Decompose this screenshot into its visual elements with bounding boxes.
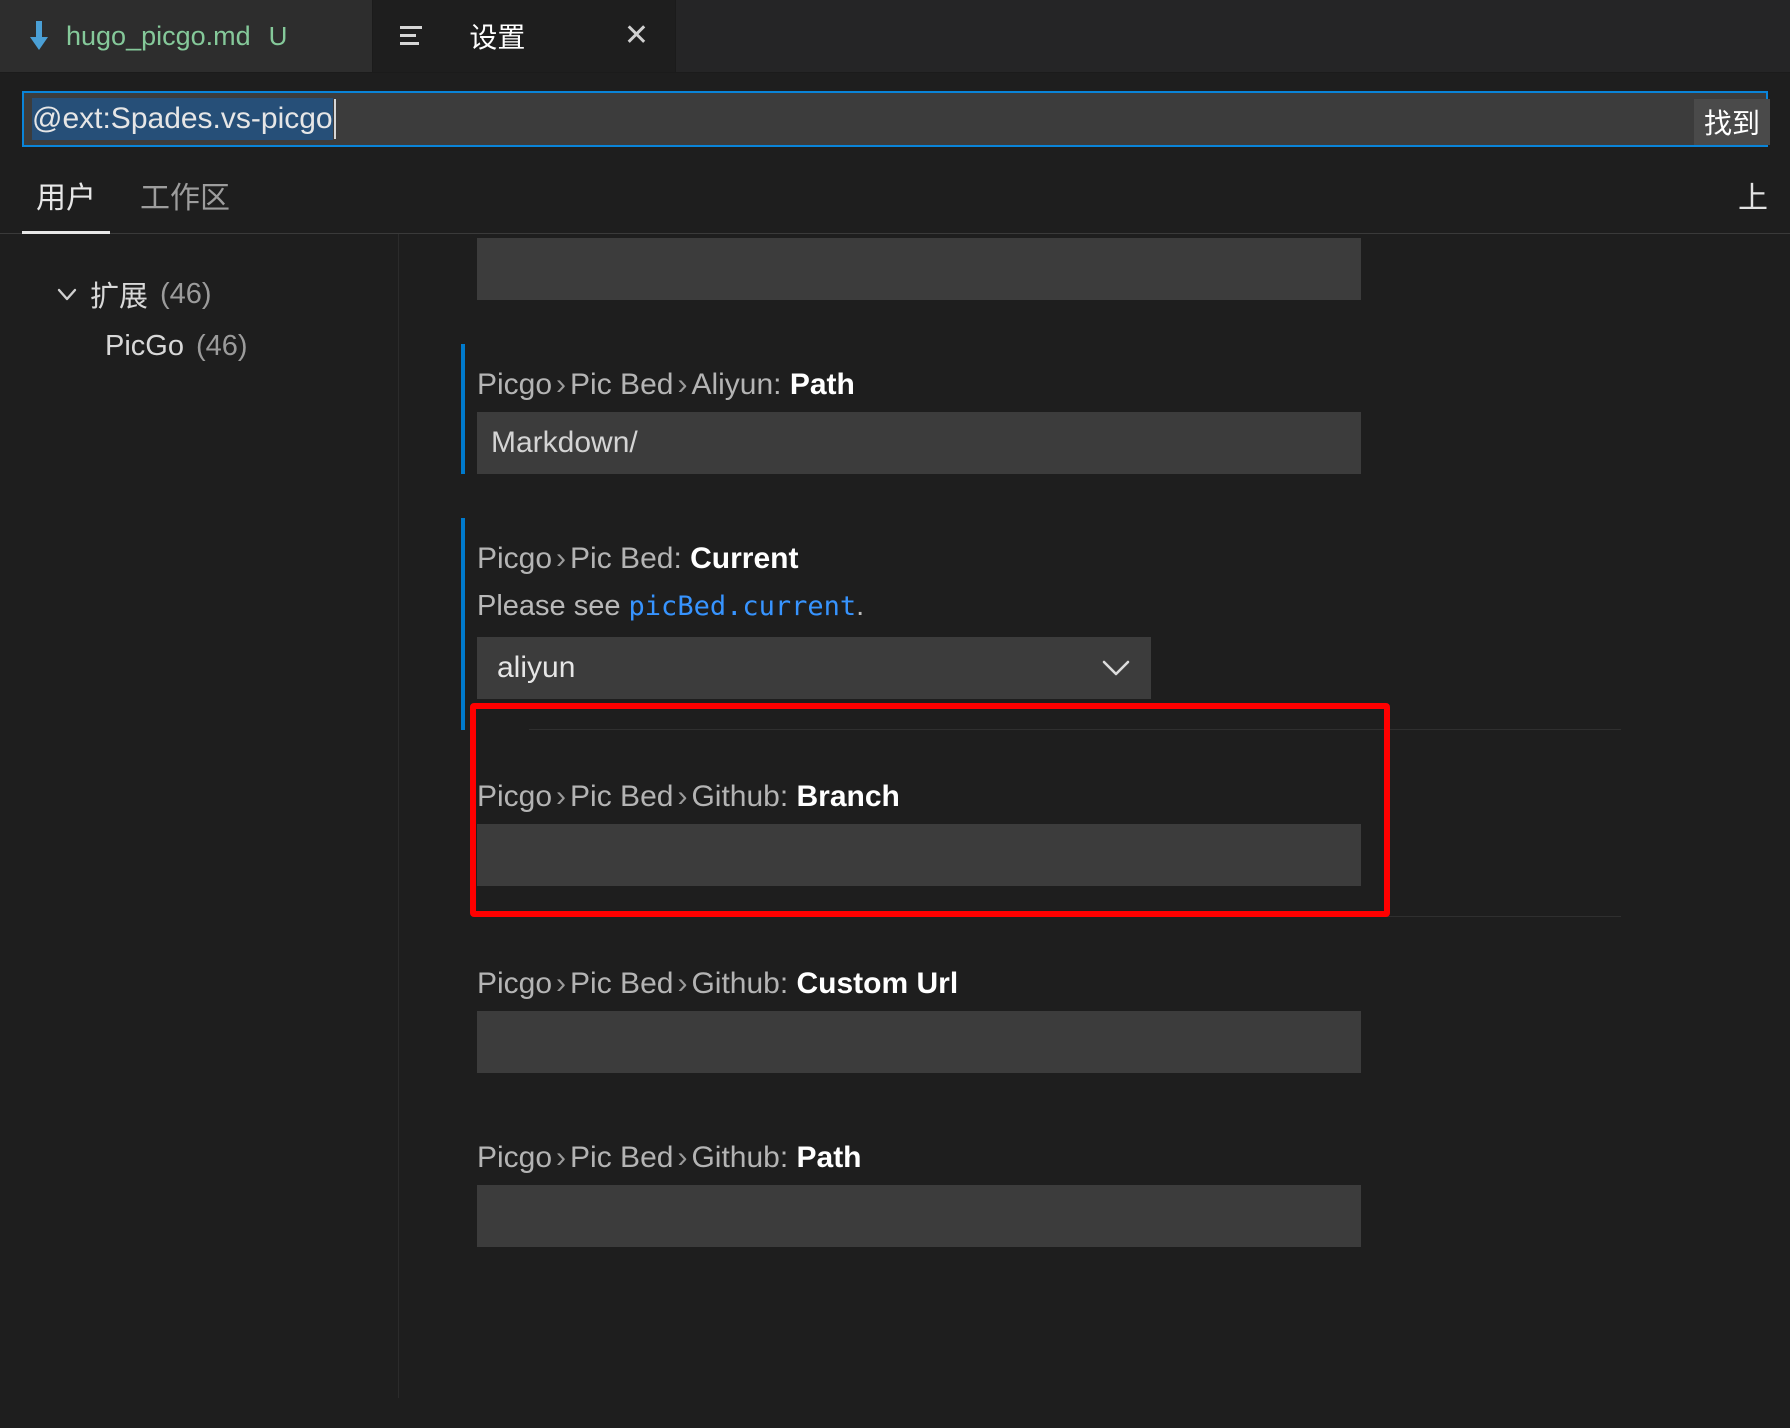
crumb-colon: : <box>773 368 790 401</box>
sidebar-item-count: (46) <box>160 277 212 310</box>
crumb-colon: : <box>779 780 797 813</box>
setting-leaf-name: Branch <box>796 780 900 813</box>
crumb: Pic Bed <box>570 967 674 1000</box>
setting-row-aliyun-path: Picgo › Pic Bed › Aliyun: Path Markdown/ <box>399 344 1790 474</box>
modified-indicator <box>461 344 465 474</box>
settings-search-row: @ext:Spades.vs-picgo 找到 <box>0 73 1790 147</box>
crumb-separator: › <box>677 780 688 813</box>
search-input-value: @ext:Spades.vs-picgo <box>32 98 333 140</box>
crumb: Pic Bed <box>570 542 674 575</box>
crumb-colon: : <box>779 967 797 1000</box>
tab-hugo-picgo-md[interactable]: hugo_picgo.md U <box>0 0 373 72</box>
settings-lines-icon <box>399 23 427 49</box>
crumb-separator: › <box>556 542 567 575</box>
sidebar-item-label: 扩展 <box>90 281 149 313</box>
search-results-badge: 找到 <box>1693 99 1770 145</box>
crumb: Picgo <box>477 780 553 813</box>
crumb-separator: › <box>556 780 567 813</box>
tab-label: 设置 <box>469 22 526 53</box>
setting-title: Picgo › Pic Bed › Github: Custom Url <box>477 943 1790 1011</box>
setting-row-github-path: Picgo › Pic Bed › Github: Path <box>399 1117 1790 1247</box>
setting-leaf-name: Current <box>690 542 799 575</box>
setting-row-picbed-current: Picgo › Pic Bed: Current Please see picBed… <box>399 518 1790 730</box>
tab-label: hugo_picgo.md <box>66 20 251 51</box>
crumb: Github <box>691 967 780 1000</box>
settings-list[interactable]: Picgo › Pic Bed › Aliyun: Path Markdown/ Pic… <box>398 234 1790 1398</box>
settings-body: 扩展 (46) PicGo (46) Picgo › Pic Bed › Aliyun:… <box>0 234 1790 1398</box>
setting-dropdown-picbed-current[interactable]: aliyun <box>477 637 1151 699</box>
crumb-colon: : <box>673 542 691 575</box>
sidebar-item-count: (46) <box>195 329 248 362</box>
setting-link-picbed-current[interactable]: picBed.current <box>629 591 857 622</box>
settings-toc-sidebar: 扩展 (46) PicGo (46) <box>0 234 398 1398</box>
setting-leaf-name: Custom Url <box>796 967 959 1000</box>
modified-indicator <box>461 518 465 730</box>
setting-description: Please see picBed.current. <box>477 586 1790 637</box>
crumb-separator: › <box>556 967 567 1000</box>
crumb: Picgo <box>477 1141 553 1174</box>
setting-divider <box>529 729 1621 730</box>
crumb: Pic Bed <box>570 1141 674 1174</box>
chevron-down-icon[interactable] <box>50 277 90 311</box>
setting-title: Picgo › Pic Bed › Github: Branch <box>477 756 1790 824</box>
setting-input-partial[interactable] <box>477 238 1361 300</box>
sidebar-item-label: PicGo <box>105 329 184 362</box>
close-icon[interactable]: ✕ <box>624 21 649 51</box>
setting-leaf-name: Path <box>796 1141 862 1174</box>
chevron-down-icon <box>1099 657 1133 679</box>
tab-dirty-badge: U <box>268 20 288 51</box>
crumb: Picgo <box>477 967 553 1000</box>
editor-tab-bar: hugo_picgo.md U 设置 ✕ <box>0 0 1790 73</box>
scope-right-label[interactable]: 上 <box>1738 173 1768 233</box>
search-input[interactable]: @ext:Spades.vs-picgo 找到 <box>22 91 1770 147</box>
crumb: Pic Bed <box>570 368 674 401</box>
crumb: Picgo <box>477 542 553 575</box>
sidebar-item-extensions[interactable]: 扩展 (46) <box>0 268 398 320</box>
setting-row-github-custom-url: Picgo › Pic Bed › Github: Custom Url <box>399 943 1790 1073</box>
tab-user[interactable]: 用户 <box>22 173 110 234</box>
dropdown-value: aliyun <box>497 651 576 684</box>
setting-input-github-branch[interactable] <box>477 824 1361 886</box>
setting-divider <box>529 916 1621 917</box>
tab-bar-empty-space <box>676 0 1790 72</box>
setting-title: Picgo › Pic Bed › Github: Path <box>477 1117 1790 1185</box>
setting-input-aliyun-path[interactable]: Markdown/ <box>477 412 1361 474</box>
crumb: Github <box>691 1141 780 1174</box>
crumb-separator: › <box>556 368 567 401</box>
text-caret <box>333 99 336 139</box>
description-suffix: . <box>856 590 865 622</box>
description-prefix: Please see <box>477 590 629 622</box>
tab-settings[interactable]: 设置 ✕ <box>373 0 676 72</box>
setting-input-github-custom-url[interactable] <box>477 1011 1361 1073</box>
crumb-separator: › <box>677 368 688 401</box>
crumb: Picgo <box>477 368 553 401</box>
setting-title: Picgo › Pic Bed: Current <box>477 518 1790 586</box>
setting-row-github-branch: Picgo › Pic Bed › Github: Branch <box>399 756 1790 917</box>
crumb: Pic Bed <box>570 780 674 813</box>
setting-title: Picgo › Pic Bed › Aliyun: Path <box>477 344 1790 412</box>
sidebar-item-picgo[interactable]: PicGo (46) <box>0 320 398 372</box>
crumb-colon: : <box>779 1141 797 1174</box>
crumb-separator: › <box>677 967 688 1000</box>
setting-leaf-name: Path <box>789 368 855 401</box>
markdown-down-arrow-icon <box>26 19 52 53</box>
setting-input-github-path[interactable] <box>477 1185 1361 1247</box>
crumb-separator: › <box>677 1141 688 1174</box>
tab-workspace[interactable]: 工作区 <box>126 173 244 233</box>
crumb-separator: › <box>556 1141 567 1174</box>
crumb: Aliyun <box>691 368 774 401</box>
settings-scope-tabs: 用户 工作区 上 <box>0 147 1790 234</box>
setting-row-partial-top <box>399 238 1790 300</box>
crumb: Github <box>691 780 780 813</box>
